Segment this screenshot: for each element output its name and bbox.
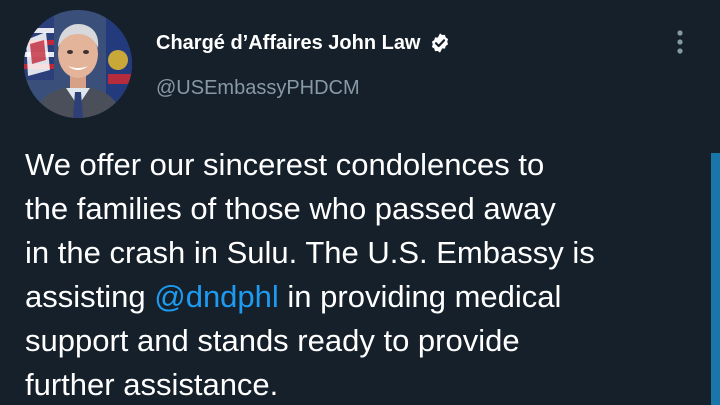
tweet-text-line: the families of those who passed away [25, 191, 556, 226]
scrollbar-thumb[interactable] [711, 153, 720, 405]
mention-link[interactable]: @dndphl [154, 279, 279, 314]
author-handle[interactable]: @USEmbassyPHDCM [156, 77, 360, 100]
more-options-button[interactable] [664, 22, 696, 62]
tweet-text-line: assisting @dndphl in providing medical [25, 275, 695, 319]
tweet-text: We offer our sincerest condolences to th… [25, 143, 695, 405]
tweet-text-line: We offer our sincerest condolences to [25, 147, 545, 182]
author-display-name[interactable]: Chargé d’Affaires John Law [156, 32, 421, 55]
verified-badge-icon [429, 32, 451, 54]
avatar-photo [24, 10, 132, 118]
tweet-text-line: support and stands ready to provide [25, 323, 520, 358]
tweet-text-line: in the crash in Sulu. The U.S. Embassy i… [25, 235, 595, 270]
more-vertical-icon [677, 30, 683, 54]
tweet-text-segment: in providing medical [278, 279, 562, 314]
author-name-row[interactable]: Chargé d’Affaires John Law [156, 30, 451, 56]
tweet-card: Chargé d’Affaires John Law @USEmbassyPHD… [0, 0, 720, 405]
tweet-text-segment: assisting [25, 279, 155, 314]
tweet-text-line: further assistance. [25, 367, 279, 402]
avatar[interactable] [24, 10, 132, 118]
